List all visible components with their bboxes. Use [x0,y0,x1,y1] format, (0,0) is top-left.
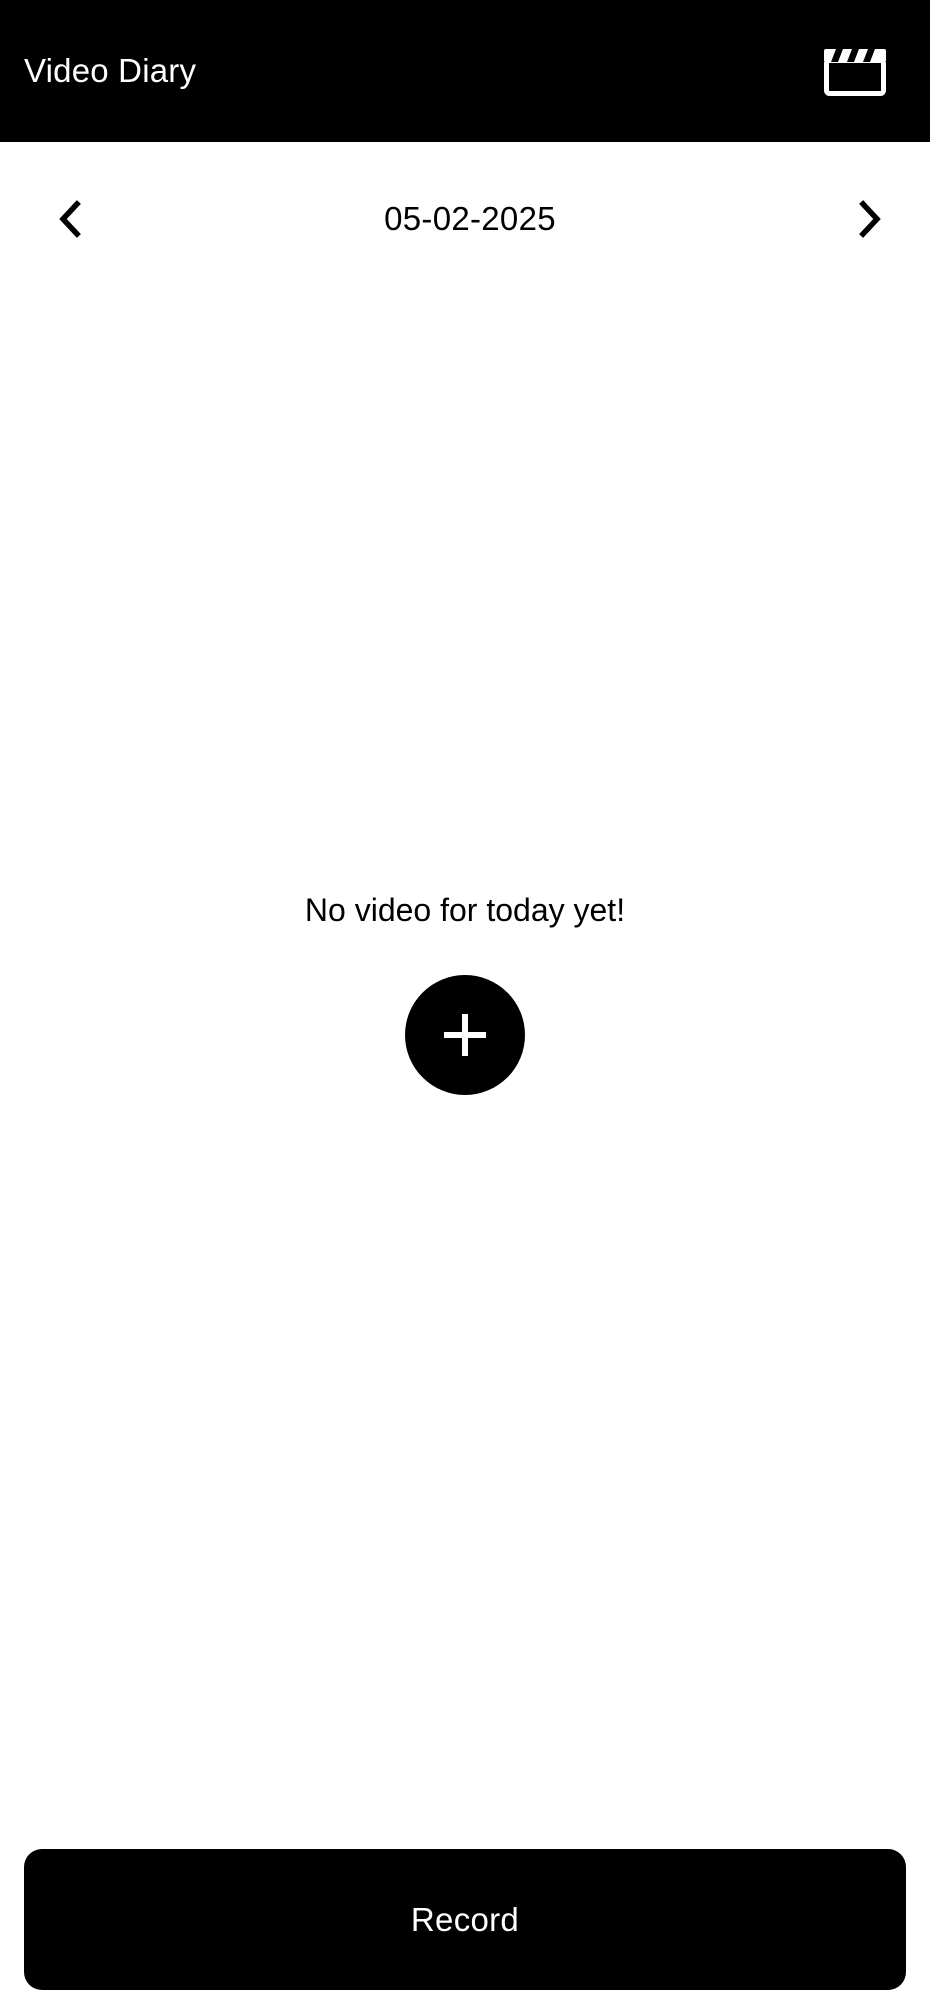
app-bar: Video Diary [0,0,930,142]
plus-icon [444,1014,486,1056]
video-diary-screen: Video Diary 05-02-2025 No video for toda… [0,0,930,2015]
previous-day-button[interactable] [48,189,92,249]
next-day-button[interactable] [848,189,892,249]
add-video-button[interactable] [405,975,525,1095]
current-date: 05-02-2025 [384,200,556,237]
date-navigator: 05-02-2025 [0,182,930,256]
record-button-label: Record [410,1900,520,1938]
chevron-left-icon [59,200,81,238]
chevron-right-icon [859,200,881,238]
clapperboard-button[interactable] [824,45,886,97]
empty-state: No video for today yet! [0,885,930,1095]
record-button[interactable]: Record [24,1849,906,1990]
app-title: Video Diary [24,52,197,89]
clapperboard-icon [824,49,886,96]
empty-state-message: No video for today yet! [304,892,626,928]
